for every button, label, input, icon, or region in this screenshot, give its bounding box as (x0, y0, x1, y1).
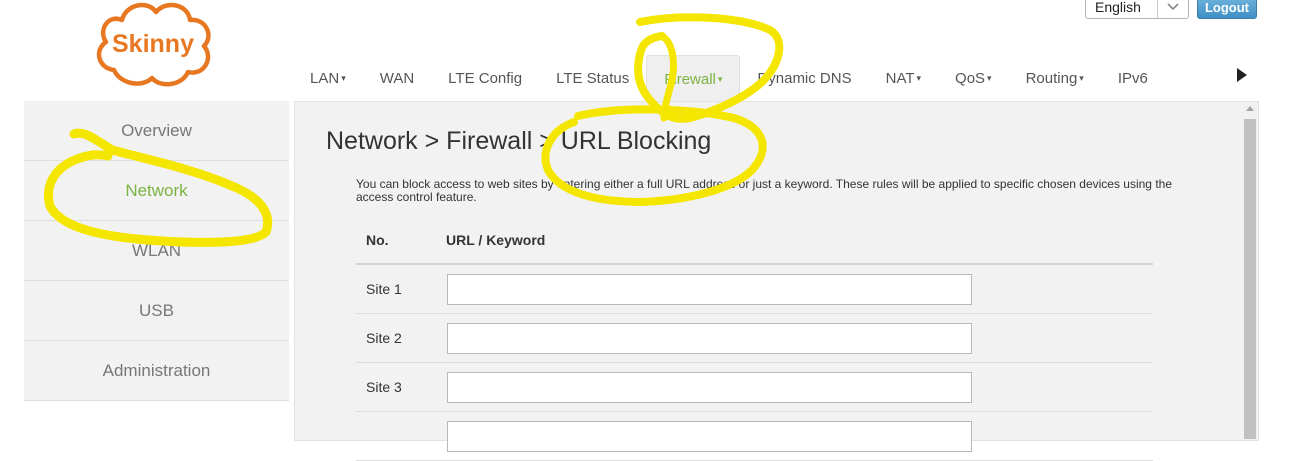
table-row (356, 412, 1153, 461)
tab-lte-status[interactable]: LTE Status (539, 55, 646, 102)
vertical-scrollbar[interactable] (1242, 102, 1258, 439)
tab-lan[interactable]: LAN ▾ (293, 55, 363, 102)
tab-label: LTE Status (556, 70, 630, 87)
tab-qos[interactable]: QoS ▾ (938, 55, 1009, 102)
page-title: Network > Firewall > URL Blocking (326, 127, 712, 155)
table-row: Site 2 (356, 314, 1153, 363)
table-row: Site 3 (356, 363, 1153, 412)
chevron-down-icon[interactable] (1157, 0, 1188, 18)
site-label: Site 1 (366, 281, 402, 297)
language-select[interactable]: English (1085, 0, 1189, 19)
top-nav: LAN ▾ WAN LTE Config LTE Status Firewall ▾… (293, 55, 1165, 102)
sidebar-item-administration[interactable]: Administration (24, 341, 289, 401)
caret-down-icon: ▾ (987, 73, 992, 83)
site-label: Site 2 (366, 330, 402, 346)
page-description: You can block access to web sites by ent… (356, 177, 1172, 204)
table-row: Site 1 (356, 265, 1153, 314)
tab-wan[interactable]: WAN (363, 55, 431, 102)
site-label: Site 3 (366, 379, 402, 395)
logout-button[interactable]: Logout (1197, 0, 1257, 19)
column-header-no: No. (366, 232, 389, 248)
tab-label: LTE Config (448, 70, 523, 87)
site-1-url-input[interactable] (447, 274, 972, 305)
sidebar-item-overview[interactable]: Overview (24, 101, 289, 161)
tab-label: LAN (310, 70, 340, 87)
column-header-url-keyword: URL / Keyword (446, 232, 546, 248)
tab-routing[interactable]: Routing ▾ (1009, 55, 1101, 102)
tab-label: Firewall (664, 70, 716, 88)
tab-ipv6[interactable]: IPv6 (1101, 55, 1165, 102)
tab-label: IPv6 (1117, 70, 1148, 87)
tab-nat[interactable]: NAT ▾ (869, 55, 938, 102)
caret-down-icon: ▾ (1079, 73, 1084, 83)
scroll-up-arrow-icon[interactable] (1246, 106, 1254, 111)
tab-label: Routing (1025, 70, 1078, 87)
site-2-url-input[interactable] (447, 323, 972, 354)
sidebar-item-wlan[interactable]: WLAN (24, 221, 289, 281)
svg-text:Skinny: Skinny (112, 30, 194, 58)
language-selected-value: English (1095, 0, 1141, 15)
skinny-logo[interactable]: Skinny (92, 0, 216, 90)
tab-label: NAT (885, 70, 915, 87)
caret-down-icon: ▾ (341, 73, 346, 83)
site-4-url-input[interactable] (447, 421, 972, 452)
main-panel: Network > Firewall > URL Blocking You ca… (294, 101, 1259, 461)
sidebar: Overview Network WLAN USB Administration (24, 101, 289, 401)
tab-label: QoS (955, 70, 986, 87)
skinny-logo-cloud-icon: Skinny (96, 2, 211, 87)
tab-label: WAN (379, 70, 415, 87)
tab-dynamic-dns[interactable]: Dynamic DNS (740, 55, 868, 102)
tab-label: Dynamic DNS (757, 70, 852, 87)
nav-next-arrow-icon[interactable] (1235, 66, 1249, 84)
caret-down-icon: ▾ (916, 73, 922, 83)
sidebar-item-usb[interactable]: USB (24, 281, 289, 341)
scrollbar-thumb[interactable] (1244, 119, 1256, 439)
sidebar-item-network[interactable]: Network (24, 161, 289, 221)
tab-lte-config[interactable]: LTE Config (431, 55, 539, 102)
caret-down-icon: ▾ (717, 73, 723, 84)
site-3-url-input[interactable] (447, 372, 972, 403)
tab-firewall[interactable]: Firewall ▾ (646, 55, 741, 102)
